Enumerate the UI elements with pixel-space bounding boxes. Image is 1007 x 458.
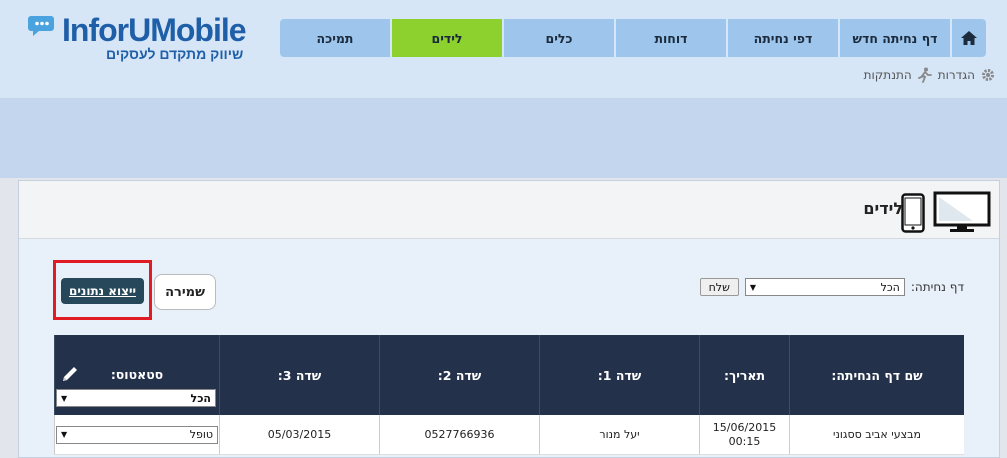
col-field-1[interactable]: שדה 1: xyxy=(539,335,699,415)
sub-links: הגדרות התנתקות xyxy=(864,67,995,83)
page-title: לידים xyxy=(863,199,903,218)
tab-landing-pages[interactable]: דפי נחיתה xyxy=(728,19,838,57)
save-button[interactable]: שמירה xyxy=(154,274,216,310)
landing-page-select[interactable]: הכל ▼ xyxy=(744,278,905,296)
col-field-2[interactable]: שדה 2: xyxy=(379,335,539,415)
col-status-label[interactable]: סטאטוס: xyxy=(111,367,163,382)
cell-field-1: יעל מנור xyxy=(539,415,699,454)
col-status: סטאטוס: הכל ▼ xyxy=(54,335,219,415)
mobile-view-icon[interactable] xyxy=(901,193,925,233)
cell-field-3: 05/03/2015 xyxy=(219,415,379,454)
filter-label: דף נחיתה: xyxy=(910,280,964,294)
dropdown-arrow-icon: ▼ xyxy=(61,393,68,403)
settings-link[interactable]: הגדרות xyxy=(938,68,975,82)
col-landing-page-name[interactable]: שם דף הנחיתה: xyxy=(789,335,964,415)
send-button[interactable]: שלח xyxy=(699,278,739,296)
cell-status: טופל ▼ xyxy=(54,415,219,454)
header: InforUMobile שיווק מתקדם לעסקים דף נחיתה… xyxy=(0,0,1007,98)
dropdown-arrow-icon: ▼ xyxy=(749,282,757,292)
logo[interactable]: InforUMobile שיווק מתקדם לעסקים xyxy=(24,10,247,72)
col-date[interactable]: תאריך: xyxy=(699,335,789,415)
home-button[interactable] xyxy=(952,19,986,57)
logo-tagline: שיווק מתקדם לעסקים xyxy=(106,46,244,62)
banner xyxy=(0,98,1007,178)
cell-landing-page: מבצעי אביב ססגוני xyxy=(789,415,964,454)
table-header: שם דף הנחיתה: תאריך: שדה 1: שדה 2: שדה 3… xyxy=(54,335,964,415)
row-status-select[interactable]: טופל ▼ xyxy=(56,425,218,444)
cell-field-2: 0527766936 xyxy=(379,415,539,454)
logo-text: InforUMobile xyxy=(62,12,247,48)
dropdown-arrow-icon: ▼ xyxy=(61,429,68,439)
cell-date-day: 15/06/2015 xyxy=(712,421,777,435)
leads-table: שם דף הנחיתה: תאריך: שדה 1: שדה 2: שדה 3… xyxy=(54,335,964,455)
logout-running-icon[interactable] xyxy=(917,67,932,83)
export-highlight: ייצוא נתונים xyxy=(53,260,152,320)
row-status-value: טופל xyxy=(189,427,213,441)
col-field-3[interactable]: שדה 3: xyxy=(219,335,379,415)
landing-page-filter: דף נחיתה: הכל ▼ שלח xyxy=(699,278,964,296)
home-icon xyxy=(961,31,977,45)
tab-reports[interactable]: דוחות xyxy=(616,19,726,57)
status-filter-select[interactable]: הכל ▼ xyxy=(56,389,216,407)
tab-tools[interactable]: כלים xyxy=(504,19,614,57)
export-data-button[interactable]: ייצוא נתונים xyxy=(61,278,144,304)
pencil-icon[interactable] xyxy=(61,365,79,383)
logout-link[interactable]: התנתקות xyxy=(864,68,912,82)
tab-new-landing-page[interactable]: דף נחיתה חדש xyxy=(840,19,950,57)
status-filter-value: הכל xyxy=(190,391,211,405)
chat-bubble-icon xyxy=(28,16,54,36)
gear-icon[interactable] xyxy=(981,68,995,82)
select-value: הכל xyxy=(880,280,900,294)
table-row[interactable]: מבצעי אביב ססגוני 15/06/2015 00:15 יעל מ… xyxy=(54,415,964,455)
panel-header: לידים xyxy=(19,181,999,239)
desktop-view-icon[interactable] xyxy=(933,191,991,233)
cell-date-time: 00:15 xyxy=(728,434,761,448)
leads-panel: לידים דף נחיתה: הכל ▼ שלח שמירה ייצוא נת… xyxy=(18,180,1000,458)
tab-leads[interactable]: לידים xyxy=(392,19,502,57)
main-nav: דף נחיתה חדש דפי נחיתה דוחות כלים לידים … xyxy=(280,19,986,57)
tab-support[interactable]: תמיכה xyxy=(280,19,390,57)
cell-date: 15/06/2015 00:15 xyxy=(699,415,789,454)
